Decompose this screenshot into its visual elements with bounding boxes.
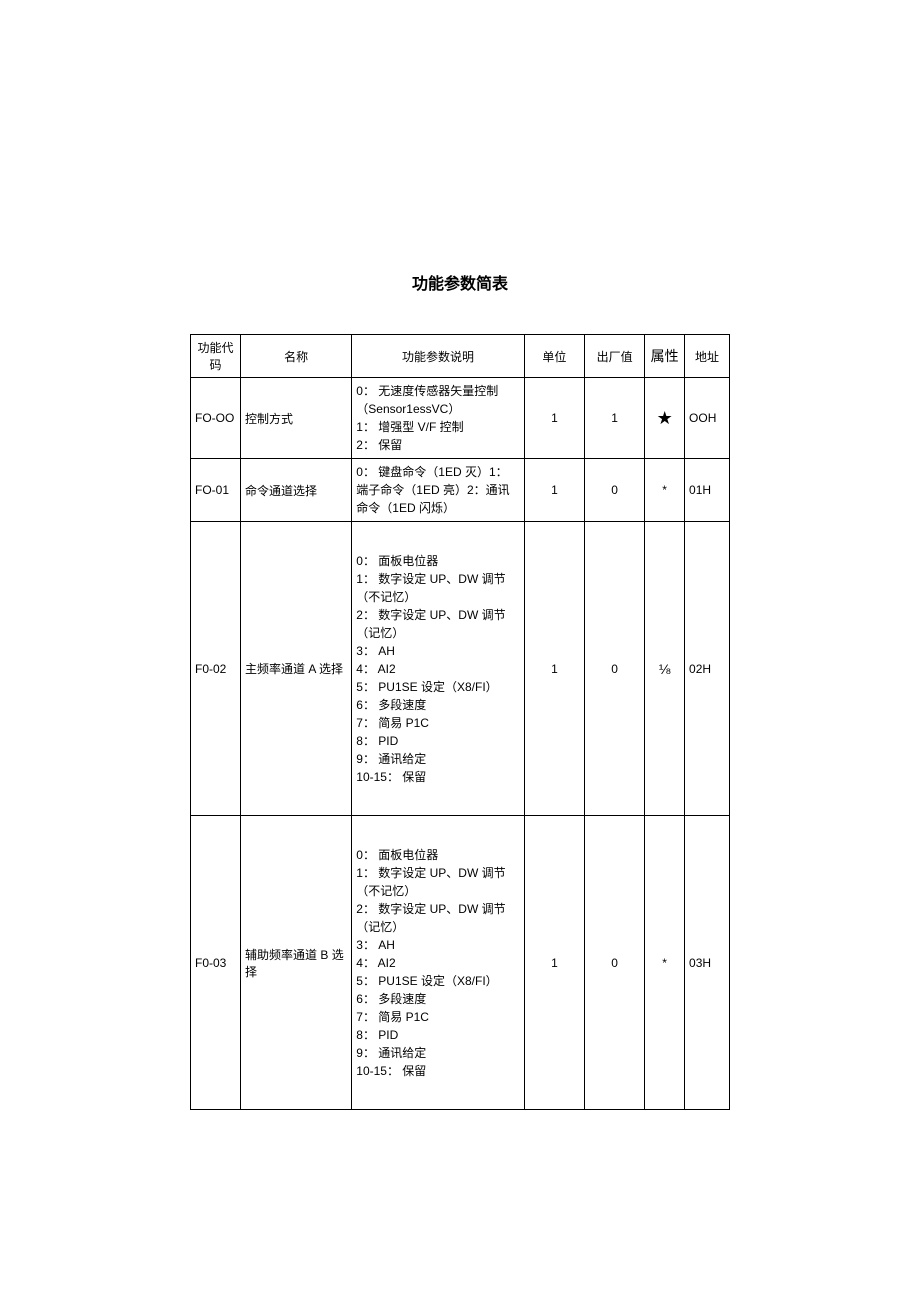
cell-unit: 1 (524, 522, 584, 816)
cell-code: FO-OO (191, 378, 241, 459)
header-desc: 功能参数说明 (352, 335, 525, 378)
cell-code: FO-01 (191, 459, 241, 522)
cell-unit: 1 (524, 459, 584, 522)
cell-default: 0 (585, 522, 645, 816)
cell-desc: 0： 键盘命令（1ED 灭）1： 端子命令（1ED 亮）2：通讯命令（1ED 闪… (352, 459, 525, 522)
page-title: 功能参数简表 (100, 270, 820, 294)
cell-addr: 01H (685, 459, 730, 522)
table-row: F0-02 主频率通道 A 选择 0： 面板电位器 1： 数字设定 UP、DW … (191, 522, 730, 816)
header-default: 出厂值 (585, 335, 645, 378)
cell-unit: 1 (524, 378, 584, 459)
cell-addr: 02H (685, 522, 730, 816)
parameter-table: 功能代码 名称 功能参数说明 单位 出厂值 属性 地址 FO-OO 控制方式 0… (190, 334, 730, 1110)
cell-code: F0-03 (191, 816, 241, 1110)
cell-attr: ⅛ (645, 522, 685, 816)
header-name: 名称 (241, 335, 352, 378)
cell-default: 0 (585, 459, 645, 522)
cell-code: F0-02 (191, 522, 241, 816)
cell-desc: 0： 面板电位器 1： 数字设定 UP、DW 调节（不记忆） 2： 数字设定 U… (352, 522, 525, 816)
cell-attr: * (645, 816, 685, 1110)
table-header-row: 功能代码 名称 功能参数说明 单位 出厂值 属性 地址 (191, 335, 730, 378)
cell-addr: 03H (685, 816, 730, 1110)
cell-addr: OOH (685, 378, 730, 459)
cell-name: 辅助频率通道 B 选择 (241, 816, 352, 1110)
header-attr: 属性 (645, 335, 685, 378)
cell-unit: 1 (524, 816, 584, 1110)
cell-name: 主频率通道 A 选择 (241, 522, 352, 816)
table-row: F0-03 辅助频率通道 B 选择 0： 面板电位器 1： 数字设定 UP、DW… (191, 816, 730, 1110)
table-row: FO-01 命令通道选择 0： 键盘命令（1ED 灭）1： 端子命令（1ED 亮… (191, 459, 730, 522)
cell-default: 0 (585, 816, 645, 1110)
cell-desc: 0： 无速度传感器矢量控制（Sensor1essVC） 1： 增强型 V/F 控… (352, 378, 525, 459)
header-addr: 地址 (685, 335, 730, 378)
table-row: FO-OO 控制方式 0： 无速度传感器矢量控制（Sensor1essVC） 1… (191, 378, 730, 459)
cell-default: 1 (585, 378, 645, 459)
header-code: 功能代码 (191, 335, 241, 378)
cell-attr: ★ (645, 378, 685, 459)
cell-name: 控制方式 (241, 378, 352, 459)
cell-desc: 0： 面板电位器 1： 数字设定 UP、DW 调节（不记忆） 2： 数字设定 U… (352, 816, 525, 1110)
header-unit: 单位 (524, 335, 584, 378)
cell-attr: * (645, 459, 685, 522)
cell-name: 命令通道选择 (241, 459, 352, 522)
